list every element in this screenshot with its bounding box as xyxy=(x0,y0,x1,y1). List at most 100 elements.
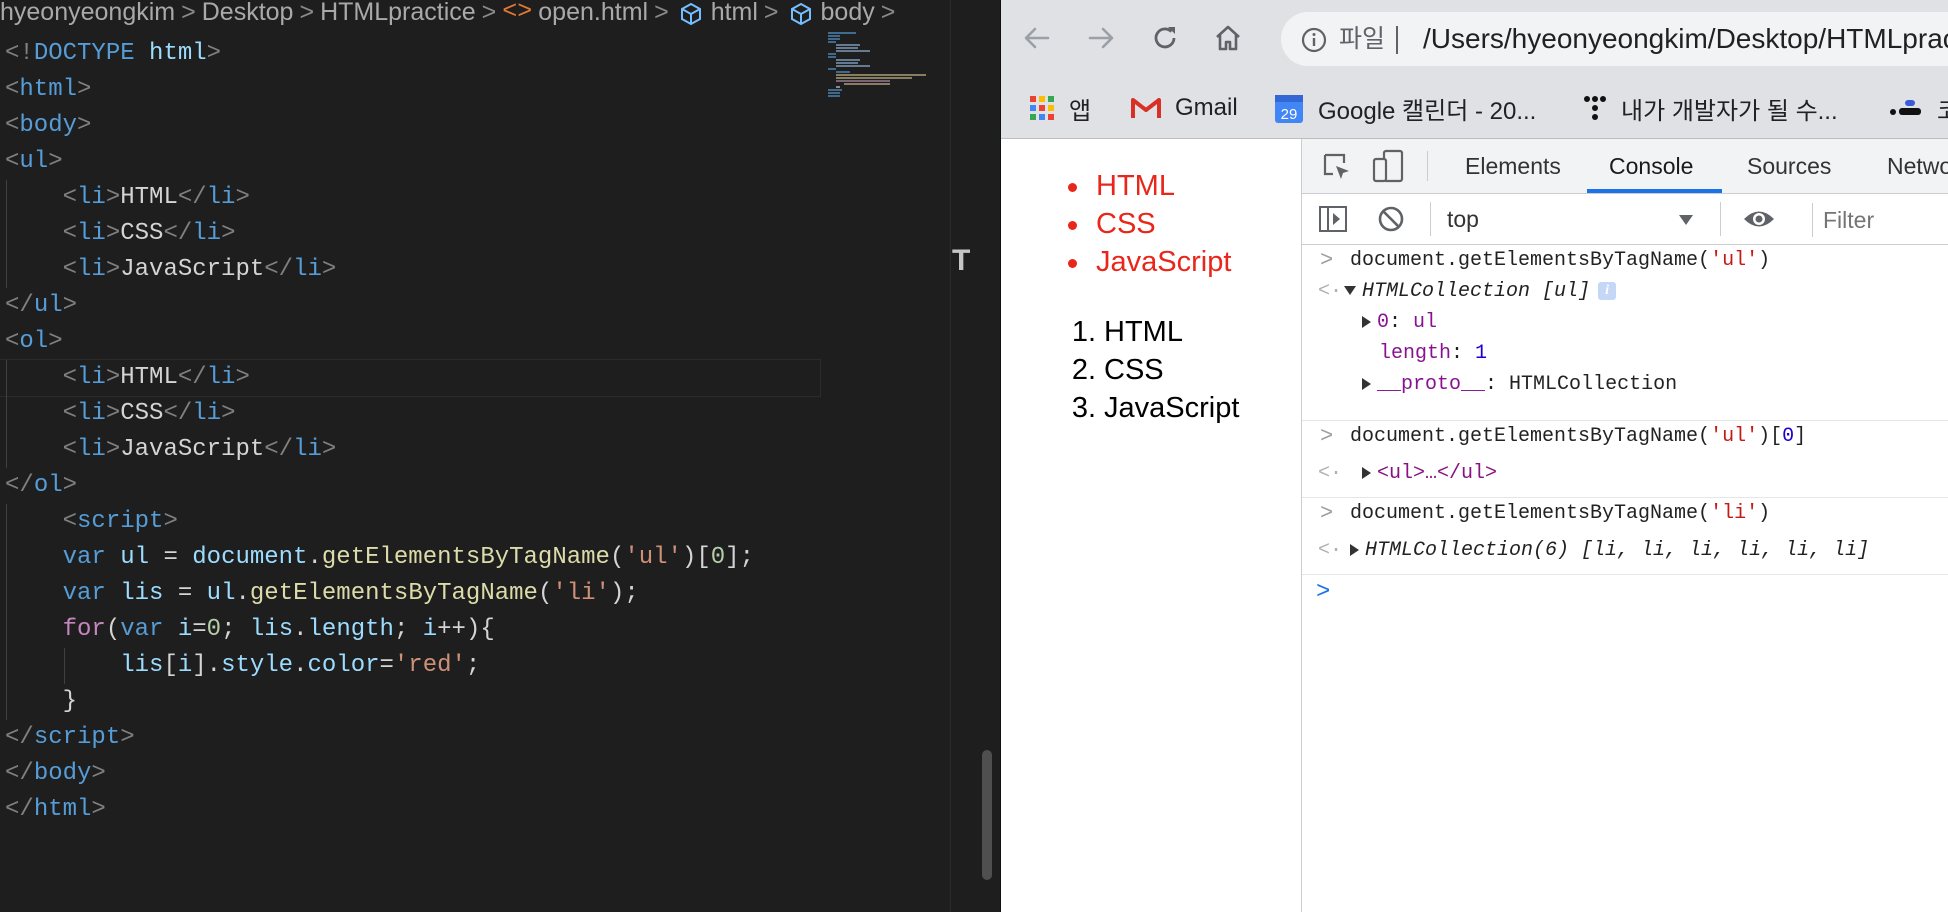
indent-guide xyxy=(6,684,7,720)
result-property[interactable]: 0: ul xyxy=(1302,307,1948,338)
back-button[interactable] xyxy=(1015,16,1059,60)
bookmark-dev[interactable]: 코 xyxy=(1889,90,1948,126)
info-badge-icon[interactable]: i xyxy=(1598,281,1617,300)
code-line[interactable]: </ol> xyxy=(0,468,820,504)
code-line[interactable]: <html> xyxy=(0,72,820,108)
bookmark-calendar[interactable]: 29 Google 캘린더 - 20... xyxy=(1274,90,1536,126)
code-line[interactable]: lis[i].style.color='red'; xyxy=(0,648,820,684)
code-line[interactable]: <li>JavaScript</li> xyxy=(0,252,820,288)
bookmark-blog[interactable]: 내가 개발자가 될 수... xyxy=(1583,90,1838,126)
code-token: getElementsByTagName xyxy=(249,580,538,607)
code-line[interactable]: <li>HTML</li> xyxy=(0,359,821,397)
code-line[interactable]: } xyxy=(0,684,820,720)
chevron-right-icon: > xyxy=(481,0,497,26)
code-token: li xyxy=(77,256,106,283)
expand-triangle-icon[interactable] xyxy=(1362,377,1371,390)
code-area[interactable]: <!DOCTYPE html> <html> <body> <ul> <li>HTML… xyxy=(0,36,821,828)
list-item: 1. HTML xyxy=(1066,313,1239,351)
code-line[interactable]: <ul> xyxy=(0,144,820,180)
code-token: </ xyxy=(5,472,34,499)
expand-triangle-icon[interactable] xyxy=(1350,543,1359,556)
code-line[interactable]: <!DOCTYPE html> xyxy=(0,36,820,72)
code-line[interactable]: </body> xyxy=(0,756,820,792)
console-result[interactable]: <· <ul>…</ul> xyxy=(1302,458,1948,489)
reload-button[interactable] xyxy=(1143,16,1187,60)
code-token: DOCTYPE xyxy=(33,40,135,67)
forward-button[interactable] xyxy=(1079,16,1123,60)
code-token: ( xyxy=(105,616,121,643)
address-bar[interactable]: 파일 /Users/hyeonyeongkim/Desktop/HTMLprac… xyxy=(1281,12,1948,66)
code-token: ++){ xyxy=(437,616,495,643)
code-token: > xyxy=(91,796,106,823)
console-result[interactable]: <· HTMLCollection [ul] i xyxy=(1302,276,1948,307)
indent-guide xyxy=(6,216,7,252)
device-toolbar-icon[interactable] xyxy=(1372,149,1406,183)
breadcrumb-symbol[interactable]: body xyxy=(821,0,875,26)
code-line[interactable]: for(var i=0; lis.length; i++){ xyxy=(0,612,820,648)
breadcrumb-folder[interactable]: HTMLpractice xyxy=(320,0,476,26)
breadcrumb-file[interactable]: open.html xyxy=(538,0,648,26)
sidebar-toggle-icon[interactable] xyxy=(1318,205,1348,233)
tab-console[interactable]: Console xyxy=(1609,151,1693,181)
code-line[interactable]: </script> xyxy=(0,720,820,756)
code-token: ; xyxy=(221,616,250,643)
chevron-right-icon: > xyxy=(763,0,779,26)
code-token: . xyxy=(307,544,322,571)
console-prompt[interactable]: > xyxy=(1302,575,1948,615)
code-token: ul xyxy=(19,148,49,175)
code-line[interactable]: var lis = ul.getElementsByTagName('li'); xyxy=(0,576,820,612)
result-summary: HTMLCollection [ul] xyxy=(1362,280,1591,303)
console-result[interactable]: <· HTMLCollection(6) [li, li, li, li, li… xyxy=(1302,535,1948,566)
code-token: </ xyxy=(5,760,34,787)
expand-triangle-icon[interactable] xyxy=(1362,466,1371,479)
chevron-right-icon: > xyxy=(654,0,669,26)
breadcrumb-folder[interactable]: hyeonyeongkim xyxy=(0,0,175,26)
tab-sources[interactable]: Sources xyxy=(1747,151,1831,181)
code-token: ul xyxy=(120,544,150,571)
breadcrumb-symbol[interactable]: html xyxy=(711,0,758,26)
breadcrumb-folder[interactable]: Desktop xyxy=(202,0,294,26)
clear-console-icon[interactable] xyxy=(1377,205,1405,233)
code-line[interactable]: <li>CSS</li> xyxy=(0,396,820,432)
bookmark-apps[interactable]: 앱 xyxy=(1029,90,1091,126)
code-editor[interactable]: hyeonyeongkim > Desktop > HTMLpractice > <> ope… xyxy=(0,0,1000,912)
minimap[interactable] xyxy=(826,30,951,120)
code-line[interactable]: var ul = document.getElementsByTagName('… xyxy=(0,540,820,576)
code-line[interactable]: <ol> xyxy=(0,324,820,360)
tab-elements[interactable]: Elements xyxy=(1465,151,1561,181)
eye-icon[interactable] xyxy=(1742,206,1776,232)
element-result[interactable]: <ul>…</ul> xyxy=(1377,462,1497,485)
code-token: </ xyxy=(177,184,207,211)
editor-scrollbar[interactable] xyxy=(982,750,992,880)
context-select[interactable]: top xyxy=(1447,203,1702,235)
command-number: 0 xyxy=(1782,425,1795,448)
code-token: > xyxy=(321,436,337,463)
home-icon xyxy=(1216,25,1240,51)
home-button[interactable] xyxy=(1206,16,1250,60)
console-filter-input[interactable] xyxy=(1812,203,1948,237)
address-url[interactable]: /Users/hyeonyeongkim/Desktop/HTMLpractic… xyxy=(1423,22,1948,56)
code-line[interactable]: <script> xyxy=(0,504,820,540)
console-output[interactable]: > document.getElementsByTagName('ul') <·… xyxy=(1302,245,1948,615)
result-property[interactable]: __proto__: HTMLCollection xyxy=(1302,369,1948,400)
code-line[interactable]: <li>JavaScript</li> xyxy=(0,432,820,468)
code-line[interactable]: <li>HTML</li> xyxy=(0,180,820,216)
code-token: </ xyxy=(163,220,193,247)
code-token: li xyxy=(77,364,106,391)
expand-triangle-icon[interactable] xyxy=(1362,315,1371,328)
code-line[interactable]: <body> xyxy=(0,108,820,144)
bookmark-gmail[interactable]: Gmail xyxy=(1131,90,1238,126)
code-line[interactable]: </ul> xyxy=(0,288,820,324)
expand-triangle-icon[interactable] xyxy=(1344,286,1356,296)
code-token: < xyxy=(62,400,78,427)
command-text: document.getElementsByTagName( xyxy=(1350,425,1711,448)
code-line[interactable]: </html> xyxy=(0,792,820,828)
code-line[interactable]: <li>CSS</li> xyxy=(0,216,820,252)
tab-network[interactable]: Network xyxy=(1887,151,1948,181)
info-icon[interactable] xyxy=(1301,27,1327,53)
dots-logo-icon xyxy=(1584,96,1606,120)
inspect-element-icon[interactable] xyxy=(1322,152,1352,182)
code-token: </ xyxy=(5,724,34,751)
